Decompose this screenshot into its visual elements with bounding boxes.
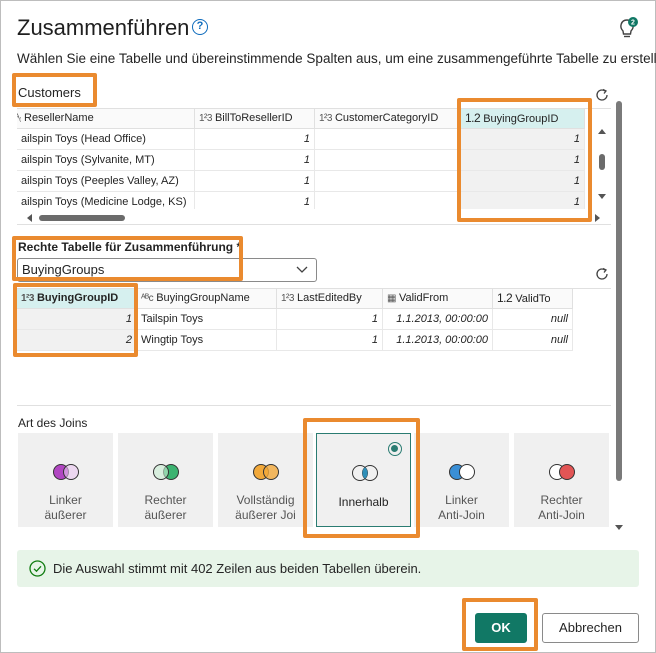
- table-cell: ailspin Toys (Peeples Valley, AZ): [17, 171, 195, 192]
- left-table-grid: ᴬ₍ResellerName 1²3BillToResellerID 1²3Cu…: [17, 108, 611, 209]
- cancel-button[interactable]: Abbrechen: [542, 613, 639, 643]
- right-table-label: Rechte Tabelle für Zusammenführung *: [18, 240, 242, 254]
- table-cell: Wingtip Toys: [137, 330, 277, 351]
- table-cell: 1: [461, 150, 585, 171]
- table-cell: 1: [277, 309, 383, 330]
- dialog-scrollbar[interactable]: [614, 89, 624, 537]
- join-option-label: Vollständig äußerer Joi: [235, 493, 296, 522]
- join-option-inner[interactable]: Innerhalb: [316, 433, 411, 527]
- column-header[interactable]: 1²3 BillToResellerID: [195, 109, 315, 129]
- column-header-selected[interactable]: 1²3 BuyingGroupID: [17, 289, 137, 309]
- join-option-label: Linker Anti-Join: [438, 493, 485, 522]
- column-header-selected[interactable]: 1.2 BuyingGroupID: [461, 109, 585, 129]
- join-option-left-outer[interactable]: Linker äußerer: [18, 433, 113, 527]
- table-cell: null: [493, 309, 573, 330]
- dialog-subtitle: Wählen Sie eine Tabelle und übereinstimm…: [17, 51, 656, 66]
- scroll-down-icon[interactable]: [615, 525, 623, 530]
- dialog-title: Zusammenführen: [17, 15, 190, 40]
- refresh-icon[interactable]: [594, 87, 610, 103]
- join-option-right-outer[interactable]: Rechter äußerer: [118, 433, 213, 527]
- join-option-full-outer[interactable]: Vollständig äußerer Joi: [218, 433, 313, 527]
- ok-button[interactable]: OK: [475, 613, 527, 643]
- table-cell: [315, 129, 461, 150]
- cell-dot: [457, 189, 459, 191]
- cell-dot: [457, 147, 459, 149]
- table-cell: 1: [17, 309, 137, 330]
- vertical-scrollbar[interactable]: [597, 129, 607, 209]
- refresh-icon[interactable]: [594, 266, 610, 282]
- table-cell: null: [493, 330, 573, 351]
- chevron-down-icon: [296, 266, 308, 273]
- venn-inner-icon: [352, 465, 378, 481]
- table-cell: 1: [461, 192, 585, 209]
- column-header[interactable]: ▦ ValidFrom: [383, 289, 493, 309]
- radio-selected-icon: [388, 442, 402, 456]
- table-cell: 1: [195, 129, 315, 150]
- scroll-right-icon[interactable]: [595, 214, 600, 222]
- table-cell: 1.1.2013, 00:00:00: [383, 309, 493, 330]
- help-icon[interactable]: ?: [192, 19, 208, 35]
- check-circle-icon: [29, 560, 46, 577]
- table-cell: ailspin Toys (Sylvanite, MT): [17, 150, 195, 171]
- column-header[interactable]: 1.2 ValidTo: [493, 289, 573, 309]
- column-header[interactable]: 1²3 CustomerCategoryID: [315, 109, 461, 129]
- status-message-bar: Die Auswahl stimmt mit 402 Zeilen aus be…: [17, 550, 639, 587]
- table-cell: 1: [461, 129, 585, 150]
- venn-left-anti-icon: [449, 464, 475, 480]
- scroll-thumb[interactable]: [616, 101, 622, 481]
- column-header[interactable]: ᴬᴮc BuyingGroupName: [137, 289, 277, 309]
- left-table-name: Customers: [18, 85, 81, 100]
- table-cell: 1: [277, 330, 383, 351]
- join-option-right-anti[interactable]: Rechter Anti-Join: [514, 433, 609, 527]
- scroll-left-icon[interactable]: [27, 214, 32, 222]
- venn-right-anti-icon: [549, 464, 575, 480]
- status-message: Die Auswahl stimmt mit 402 Zeilen aus be…: [53, 561, 422, 576]
- table-cell: 1: [195, 171, 315, 192]
- table-cell: ailspin Toys (Medicine Lodge, KS): [17, 192, 195, 209]
- horizontal-scrollbar[interactable]: [17, 211, 611, 225]
- svg-text:2: 2: [631, 20, 635, 27]
- table-cell: 1: [461, 171, 585, 192]
- lightbulb-icon[interactable]: 2: [615, 16, 639, 40]
- join-option-label: Rechter Anti-Join: [538, 493, 585, 522]
- right-table-grid: 1²3 BuyingGroupID ᴬᴮc BuyingGroupName 1²3 L…: [17, 288, 611, 406]
- right-table-select[interactable]: BuyingGroups: [17, 258, 317, 282]
- table-cell: Tailspin Toys: [137, 309, 277, 330]
- scroll-down-icon[interactable]: [598, 194, 606, 199]
- scroll-thumb[interactable]: [599, 154, 605, 170]
- table-cell: [315, 150, 461, 171]
- table-cell: 1: [195, 150, 315, 171]
- table-cell: 1.1.2013, 00:00:00: [383, 330, 493, 351]
- table-cell: ailspin Toys (Head Office): [17, 129, 195, 150]
- join-option-label: Rechter äußerer: [144, 493, 187, 522]
- right-table-selected-value: BuyingGroups: [22, 262, 105, 277]
- table-cell: [315, 171, 461, 192]
- table-cell: 1: [195, 192, 315, 209]
- venn-right-outer-icon: [153, 464, 179, 480]
- join-option-left-anti[interactable]: Linker Anti-Join: [414, 433, 509, 527]
- table-cell: 2: [17, 330, 137, 351]
- scroll-thumb[interactable]: [39, 215, 125, 221]
- scroll-up-icon[interactable]: [598, 129, 606, 134]
- cell-dot: [457, 168, 459, 170]
- venn-left-outer-icon: [53, 464, 79, 480]
- join-option-label: Innerhalb: [338, 495, 389, 509]
- join-option-label: Linker äußerer: [44, 493, 87, 522]
- table-cell: [315, 192, 461, 209]
- join-kind-label: Art des Joins: [18, 416, 88, 430]
- column-header[interactable]: 1²3 LastEditedBy: [277, 289, 383, 309]
- column-header[interactable]: ᴬ₍ResellerName: [17, 109, 195, 129]
- venn-full-outer-icon: [253, 464, 279, 480]
- merge-dialog: Zusammenführen ? 2 Wählen Sie eine Tabel…: [0, 0, 656, 653]
